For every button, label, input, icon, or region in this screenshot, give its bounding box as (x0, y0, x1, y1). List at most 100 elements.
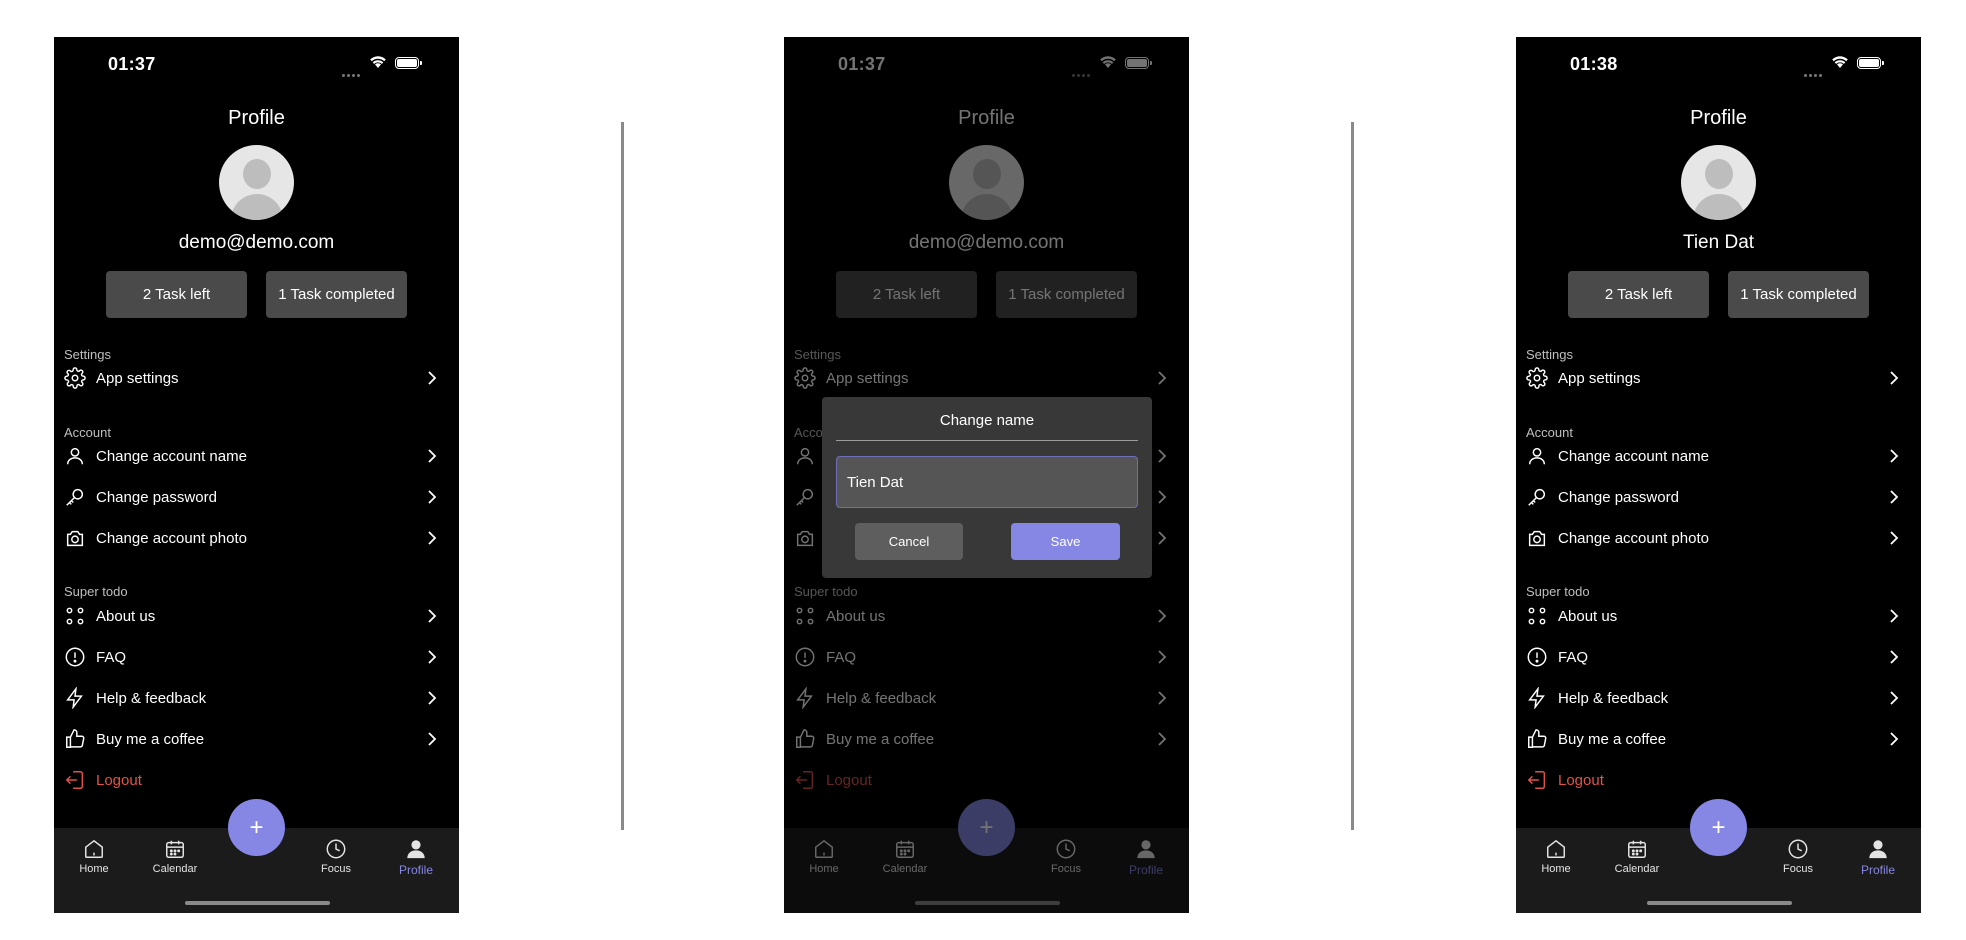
menu-label: Change account name (1558, 447, 1709, 465)
chevron-right-icon (1889, 690, 1899, 711)
menu-change-account-photo[interactable]: Change account photo (1526, 523, 1911, 553)
chevron-right-icon (1889, 370, 1899, 391)
tasks-completed-badge: 1 Task completed (1728, 271, 1869, 318)
thumbs-up-icon (64, 728, 86, 750)
menu-change-account-name[interactable]: Change account name (64, 441, 449, 471)
info-circle-icon (1526, 646, 1548, 668)
logout-icon (64, 769, 86, 791)
status-bar: 01:38 (1516, 37, 1921, 93)
logout-button[interactable]: Logout (1526, 765, 1911, 795)
gear-icon (64, 367, 86, 389)
tab-label: Focus (1783, 863, 1813, 875)
section-account: Account (64, 425, 111, 440)
key-icon (1526, 486, 1548, 508)
cellular-signal-icon (1804, 64, 1824, 82)
menu-label: Logout (96, 771, 142, 789)
change-name-dialog: Change name Cancel Save (822, 397, 1152, 578)
tab-label: Home (1541, 863, 1571, 875)
camera-icon (64, 527, 86, 549)
menu-change-password[interactable]: Change password (64, 482, 449, 512)
add-task-button[interactable]: + (228, 799, 285, 856)
save-button[interactable]: Save (1011, 523, 1120, 560)
menu-label: FAQ (1558, 648, 1589, 666)
battery-icon (1857, 57, 1884, 69)
chevron-right-icon (427, 370, 437, 391)
chevron-right-icon (1889, 448, 1899, 469)
chevron-right-icon (427, 530, 437, 551)
menu-buy-coffee[interactable]: Buy me a coffee (1526, 724, 1911, 754)
wifi-icon (368, 54, 388, 74)
menu-faq[interactable]: FAQ (64, 642, 449, 672)
menu-label: Buy me a coffee (1558, 730, 1667, 748)
dialog-divider (836, 440, 1138, 441)
menu-label: App settings (96, 369, 179, 387)
battery-icon (395, 57, 422, 69)
name-input[interactable] (836, 456, 1138, 508)
home-indicator (1647, 901, 1792, 905)
tasks-completed-badge: 1 Task completed (266, 271, 407, 318)
menu-label: Change account name (96, 447, 247, 465)
avatar[interactable] (219, 145, 294, 220)
tab-label: Home (79, 863, 109, 875)
page-title: Profile (228, 107, 285, 129)
menu-label: Buy me a coffee (96, 730, 205, 748)
menu-help-feedback[interactable]: Help & feedback (1526, 683, 1911, 713)
menu-label: Change password (1558, 488, 1679, 506)
home-indicator (185, 901, 330, 905)
camera-icon (1526, 527, 1548, 549)
divider (1351, 122, 1354, 830)
chevron-right-icon (1889, 649, 1899, 670)
tab-calendar[interactable]: Calendar (1607, 834, 1667, 875)
chevron-right-icon (427, 649, 437, 670)
menu-change-account-photo[interactable]: Change account photo (64, 523, 449, 553)
calendar-icon (1607, 834, 1667, 860)
menu-about-us[interactable]: About us (1526, 601, 1911, 631)
wifi-icon (1830, 54, 1850, 74)
tab-home[interactable]: Home (1526, 834, 1586, 875)
phone-screen-change-name-dialog: 01:37 Profile demo@demo.com 2 Task left … (784, 37, 1189, 913)
tab-focus[interactable]: Focus (306, 834, 366, 875)
tab-profile[interactable]: Profile (386, 834, 446, 877)
chevron-right-icon (1889, 530, 1899, 551)
user-icon (64, 445, 86, 467)
gear-icon (1526, 367, 1548, 389)
tab-calendar[interactable]: Calendar (145, 834, 205, 875)
home-icon (1526, 834, 1586, 860)
status-bar: 01:37 (54, 37, 459, 93)
tasks-left-badge: 2 Task left (106, 271, 247, 318)
menu-label: Logout (1558, 771, 1604, 789)
menu-change-account-name[interactable]: Change account name (1526, 441, 1911, 471)
home-icon (64, 834, 124, 860)
menu-label: Change account photo (96, 529, 247, 547)
menu-label: Change account photo (1558, 529, 1709, 547)
lightning-icon (1526, 687, 1548, 709)
tab-profile[interactable]: Profile (1848, 834, 1908, 877)
tab-focus[interactable]: Focus (1768, 834, 1828, 875)
divider (621, 122, 624, 830)
menu-change-password[interactable]: Change password (1526, 482, 1911, 512)
menu-label: FAQ (96, 648, 127, 666)
phone-screen-profile: 01:37 Profile demo@demo.com 2 Task left … (54, 37, 459, 913)
menu-app-settings[interactable]: App settings (1526, 363, 1911, 393)
menu-app-settings[interactable]: App settings (64, 363, 449, 393)
logout-button[interactable]: Logout (64, 765, 449, 795)
menu-about-us[interactable]: About us (64, 601, 449, 631)
menu-label: Help & feedback (96, 689, 207, 707)
logout-icon (1526, 769, 1548, 791)
chevron-right-icon (427, 608, 437, 629)
section-super-todo: Super todo (64, 584, 128, 599)
add-task-button[interactable]: + (1690, 799, 1747, 856)
menu-label: About us (96, 607, 156, 625)
menu-help-feedback[interactable]: Help & feedback (64, 683, 449, 713)
chevron-right-icon (427, 489, 437, 510)
avatar[interactable] (1681, 145, 1756, 220)
calendar-icon (145, 834, 205, 860)
section-super-todo: Super todo (1526, 584, 1590, 599)
cancel-button[interactable]: Cancel (855, 523, 963, 560)
chevron-right-icon (427, 448, 437, 469)
menu-buy-coffee[interactable]: Buy me a coffee (64, 724, 449, 754)
menu-faq[interactable]: FAQ (1526, 642, 1911, 672)
tab-home[interactable]: Home (64, 834, 124, 875)
tab-label: Focus (321, 863, 351, 875)
chevron-right-icon (427, 690, 437, 711)
